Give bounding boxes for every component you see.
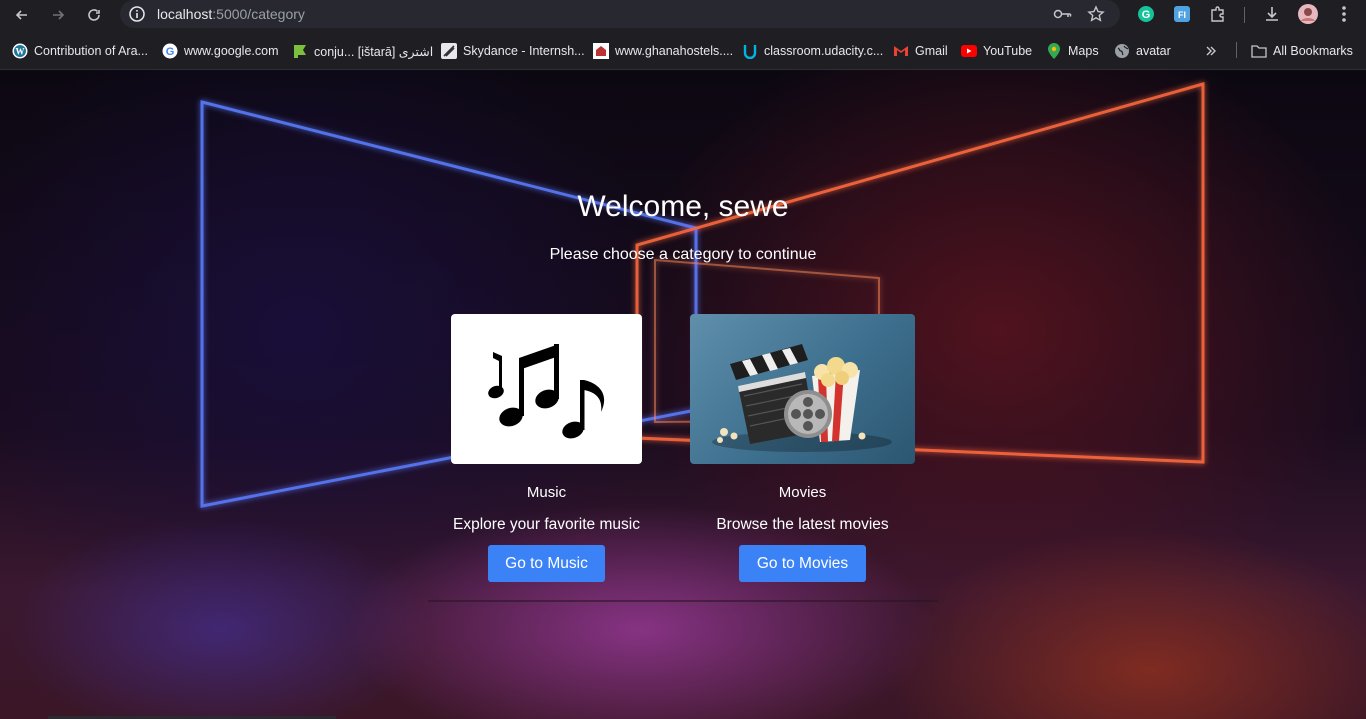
go-to-movies-button[interactable]: Go to Movies bbox=[739, 545, 866, 582]
all-bookmarks-label: All Bookmarks bbox=[1273, 44, 1353, 58]
download-icon[interactable] bbox=[1262, 4, 1282, 24]
arrow-right-icon bbox=[53, 10, 65, 20]
youtube-icon bbox=[961, 43, 977, 59]
skydance-icon bbox=[441, 43, 457, 59]
movies-card-description: Browse the latest movies bbox=[716, 516, 889, 533]
bookmark-label: YouTube bbox=[983, 44, 1033, 58]
bookmark-label: avatar bbox=[1136, 44, 1171, 58]
bookmark-item[interactable]: Gmail bbox=[893, 42, 948, 60]
bookmark-label: www.google.com bbox=[184, 44, 279, 58]
extension-fi-icon[interactable]: FI bbox=[1172, 4, 1192, 24]
page-title: Welcome, sewe bbox=[577, 190, 789, 223]
bookmark-green-icon bbox=[292, 43, 308, 59]
movie-clapper-icon bbox=[712, 344, 892, 452]
bookmark-label: Skydance - Internsh... bbox=[463, 44, 585, 58]
music-notes-icon bbox=[488, 344, 605, 439]
music-card-description: Explore your favorite music bbox=[453, 516, 640, 533]
menu-kebab-icon[interactable] bbox=[1334, 4, 1354, 24]
wordpress-icon: W bbox=[12, 43, 28, 59]
bookmark-item[interactable]: conju... [ištarā] اشترى bbox=[292, 42, 433, 60]
svg-text:W: W bbox=[16, 47, 25, 57]
address-bar[interactable]: localhost:5000/category bbox=[120, 0, 1120, 28]
svg-text:FI: FI bbox=[1178, 10, 1186, 20]
url-path: :5000/category bbox=[212, 6, 305, 22]
bookmarks-divider bbox=[1236, 42, 1237, 58]
bookmarks-bar: W Contribution of Ara... G www.google.co… bbox=[0, 30, 1366, 70]
bookmark-label: Maps bbox=[1068, 44, 1099, 58]
gmail-icon bbox=[893, 43, 909, 59]
bookmark-item[interactable]: Skydance - Internsh... bbox=[441, 42, 585, 60]
movie-clapper-popcorn-image bbox=[690, 314, 915, 464]
divider-line bbox=[428, 600, 938, 602]
bookmark-label: conju... [ištarā] اشترى bbox=[314, 44, 434, 59]
music-card-title: Music bbox=[526, 484, 567, 501]
browser-toolbar: localhost:5000/category G FI bbox=[0, 0, 1366, 30]
forward-button[interactable] bbox=[46, 3, 70, 27]
svg-text:G: G bbox=[1142, 9, 1151, 21]
bookmark-item[interactable]: www.ghanahostels.... bbox=[593, 42, 733, 60]
folder-icon bbox=[1251, 43, 1267, 59]
bookmark-item[interactable]: Maps bbox=[1046, 42, 1099, 60]
bookmark-star-icon[interactable] bbox=[1086, 4, 1106, 24]
bookmark-item[interactable]: W Contribution of Ara... bbox=[12, 42, 148, 60]
toolbar-divider bbox=[1244, 7, 1245, 23]
bookmark-label: Contribution of Ara... bbox=[34, 44, 148, 58]
hostel-icon bbox=[593, 43, 609, 59]
svg-text:G: G bbox=[166, 46, 175, 58]
extensions-puzzle-icon[interactable] bbox=[1208, 4, 1228, 24]
bookmark-label: Gmail bbox=[915, 44, 948, 58]
bookmark-item[interactable]: G www.google.com bbox=[162, 42, 279, 60]
bookmark-item[interactable]: avatar bbox=[1114, 42, 1171, 60]
bookmark-item[interactable]: YouTube bbox=[961, 42, 1032, 60]
profile-avatar[interactable] bbox=[1298, 4, 1318, 24]
more-bookmarks-chevron-icon[interactable] bbox=[1204, 42, 1218, 60]
bookmark-item[interactable]: classroom.udacity.c... bbox=[742, 42, 883, 60]
page-subtitle: Please choose a category to continue bbox=[549, 246, 817, 263]
password-key-icon[interactable] bbox=[1053, 4, 1073, 24]
movies-card-title: Movies bbox=[778, 484, 827, 501]
url-text: localhost:5000/category bbox=[157, 6, 305, 22]
arrow-left-icon bbox=[15, 10, 27, 20]
page-background: Welcome, sewe Please choose a category t… bbox=[0, 70, 1366, 719]
reload-icon bbox=[88, 9, 100, 21]
udacity-icon bbox=[742, 43, 758, 59]
reload-button[interactable] bbox=[82, 3, 106, 27]
maps-icon bbox=[1046, 43, 1062, 59]
site-info-icon[interactable] bbox=[128, 5, 146, 23]
bookmark-label: www.ghanahostels.... bbox=[615, 44, 734, 58]
back-button[interactable] bbox=[10, 3, 34, 27]
all-bookmarks-button[interactable]: All Bookmarks bbox=[1251, 42, 1353, 60]
url-host: localhost bbox=[157, 6, 213, 22]
music-notes-image bbox=[451, 314, 642, 464]
google-icon: G bbox=[162, 43, 178, 59]
go-to-music-button[interactable]: Go to Music bbox=[488, 545, 605, 582]
neon-frames-background bbox=[200, 82, 1205, 508]
bookmark-label: classroom.udacity.c... bbox=[764, 44, 884, 58]
grammarly-icon[interactable]: G bbox=[1136, 4, 1156, 24]
globe-icon bbox=[1114, 43, 1130, 59]
